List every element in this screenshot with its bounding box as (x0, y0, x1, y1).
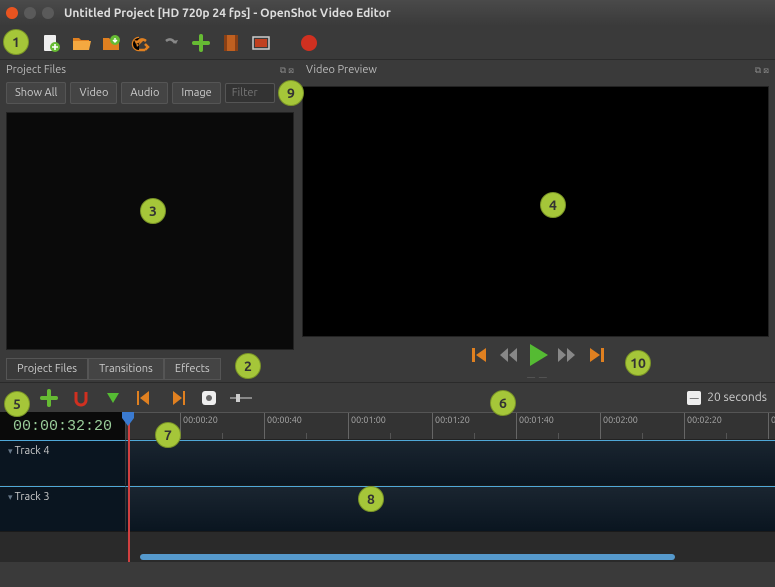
ruler-tick: 00:02:40 (768, 413, 775, 439)
zoom-icon: — (687, 391, 701, 405)
ruler-tick: 00:01:40 (516, 413, 554, 439)
tab-project-files[interactable]: Project Files (6, 358, 88, 380)
zoom-slider-icon[interactable] (230, 387, 252, 409)
ruler-tick: 00:02:20 (684, 413, 722, 439)
main-toolbar (0, 26, 775, 60)
tab-transitions[interactable]: Transitions (88, 358, 164, 380)
project-files-panel: Project Files ⧉ ⊠ Show All Video Audio I… (0, 60, 300, 382)
profile-icon[interactable] (220, 32, 242, 54)
filter-input[interactable] (225, 83, 275, 103)
playback-controls (300, 337, 775, 373)
video-preview-area[interactable] (302, 86, 769, 337)
jump-start-icon[interactable] (472, 347, 490, 363)
titlebar: Untitled Project [HD 720p 24 fps] - Open… (0, 0, 775, 26)
add-track-icon[interactable] (38, 387, 60, 409)
track-header[interactable]: ▾ Track 4 (0, 440, 126, 485)
window-title: Untitled Project [HD 720p 24 fps] - Open… (64, 7, 391, 20)
timeline-ruler[interactable]: 00:00:20 00:00:40 00:01:00 00:01:20 00:0… (126, 412, 775, 440)
jump-end-icon[interactable] (586, 347, 604, 363)
playhead-handle[interactable] (122, 412, 134, 426)
ruler-tick: 00:01:20 (432, 413, 470, 439)
snap-icon[interactable] (70, 387, 92, 409)
panel-controls[interactable]: ⧉ ⊠ (280, 65, 294, 76)
prev-marker-icon[interactable] (134, 387, 156, 409)
window-close-button[interactable] (6, 7, 18, 19)
import-files-icon[interactable] (190, 32, 212, 54)
center-playhead-icon[interactable] (198, 387, 220, 409)
filter-tab-video[interactable]: Video (70, 82, 117, 104)
next-marker-icon[interactable] (166, 387, 188, 409)
track-body[interactable] (126, 440, 775, 485)
play-icon[interactable] (528, 344, 548, 366)
project-files-header: Project Files (6, 64, 66, 76)
ruler-tick: 00:02:00 (600, 413, 638, 439)
timeline: 00:00:32:20 00:00:20 00:00:40 00:01:00 0… (0, 412, 775, 562)
fullscreen-icon[interactable] (250, 32, 272, 54)
tracks-container: ▾ Track 4 ▾ Track 3 (0, 440, 775, 532)
new-project-icon[interactable] (40, 32, 62, 54)
window-minimize-button[interactable] (24, 7, 36, 19)
fast-forward-icon[interactable] (558, 348, 576, 362)
panel-divider[interactable]: — — (300, 373, 775, 382)
zoom-value: 20 seconds (707, 391, 767, 404)
window-maximize-button[interactable] (42, 7, 54, 19)
video-preview-panel: Video Preview ⧉ ⊠ — — (300, 60, 775, 382)
add-marker-icon[interactable] (102, 387, 124, 409)
lower-tabs: Project Files Transitions Effects (0, 356, 300, 382)
ruler-tick: 00:01:00 (348, 413, 386, 439)
undo-icon[interactable] (130, 32, 152, 54)
export-video-icon[interactable] (298, 32, 320, 54)
filter-tab-audio[interactable]: Audio (121, 82, 168, 104)
open-project-icon[interactable] (70, 32, 92, 54)
track-row[interactable]: ▾ Track 3 (0, 486, 775, 532)
panel-controls[interactable]: ⧉ ⊠ (755, 65, 769, 76)
track-header[interactable]: ▾ Track 3 (0, 486, 126, 531)
ruler-tick: 00:00:40 (264, 413, 302, 439)
filter-tab-show-all[interactable]: Show All (6, 82, 66, 104)
save-project-icon[interactable] (100, 32, 122, 54)
track-row[interactable]: ▾ Track 4 (0, 440, 775, 486)
track-body[interactable] (126, 486, 775, 531)
video-preview-header: Video Preview (306, 64, 377, 76)
playhead[interactable] (128, 412, 130, 562)
filter-tabs: Show All Video Audio Image (0, 80, 300, 106)
project-files-area[interactable] (6, 112, 294, 350)
tab-effects[interactable]: Effects (164, 358, 221, 380)
timecode-display[interactable]: 00:00:32:20 (0, 412, 126, 440)
filter-tab-image[interactable]: Image (172, 82, 220, 104)
redo-icon[interactable] (160, 32, 182, 54)
timeline-toolbar: — 20 seconds (0, 382, 775, 412)
rewind-icon[interactable] (500, 348, 518, 362)
ruler-tick: 00:00:20 (180, 413, 218, 439)
timeline-scrollbar[interactable] (140, 554, 675, 560)
